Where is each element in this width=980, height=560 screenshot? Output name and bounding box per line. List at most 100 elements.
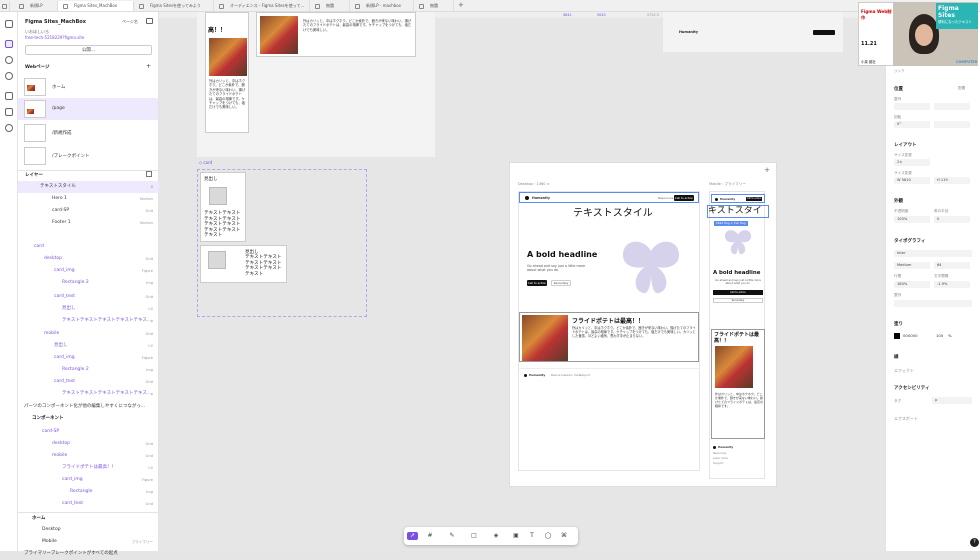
component-item[interactable]: Rectangle Img — [18, 486, 159, 498]
layer-item[interactable]: テキストスタイル 8 — [18, 181, 159, 193]
font-family-select[interactable]: Inter — [894, 250, 972, 257]
component-item[interactable]: card_img Figure — [18, 474, 159, 486]
fill-opacity[interactable]: 100 — [936, 333, 943, 338]
component-tool-icon[interactable]: ◈ — [492, 532, 500, 540]
desktop-card[interactable]: フライドポテトは最高！！ 外はカリッと、中はホクホク。どこか素朴で、飽きが来ない… — [519, 312, 699, 362]
v-align-group[interactable] — [934, 103, 970, 110]
layer-item[interactable]: Hero 1 Section — [18, 193, 159, 205]
layer-item[interactable]: desktop Grid — [18, 253, 159, 265]
top-card-desktop[interactable]: 外はカリッと、中はホクホク。どこか素朴で、飽きが来ない味わい。揚げたてのフライド… — [256, 12, 416, 57]
top-card-mobile[interactable]: 高！！ 外はカリッと、中はホクホク。どこか素朴で、飽きが来ない味わい。揚げたての… — [205, 12, 249, 133]
layer-item[interactable]: mobile Grid — [18, 328, 159, 340]
tab-figma-sites-intro[interactable]: Figma Sitesを使ってみよう — [134, 1, 214, 11]
layer-item[interactable]: card_text Grid — [18, 291, 159, 303]
page-frame[interactable]: + Desktop・1360 × Mobile・プライマリー Humanity … — [509, 162, 777, 487]
fill-swatch[interactable] — [894, 333, 900, 339]
desktop-viewport[interactable]: Humanity Resources Call to action テキストスタ… — [518, 191, 700, 471]
assets-icon[interactable] — [5, 56, 13, 64]
fill-hex[interactable]: 000000 — [903, 333, 918, 338]
tab-untitled-2[interactable]: 無題 — [414, 1, 454, 11]
mobile-cta-button[interactable]: Call to action — [713, 290, 763, 295]
layer-item[interactable]: 見出し h2 — [18, 303, 159, 315]
hero-cta-button[interactable]: Call to action — [527, 280, 547, 286]
tab-audience[interactable]: オーディエンス - Figma Sitesを使って... — [214, 1, 310, 11]
page-item-breakpoint[interactable]: /ブレークポイント — [18, 145, 158, 167]
sidebar-toggle-icon[interactable] — [146, 18, 153, 24]
page-name-button[interactable]: ページ名 — [122, 19, 138, 25]
layout-icon[interactable] — [5, 108, 13, 116]
h-align-group[interactable] — [894, 103, 930, 110]
component-notice[interactable]: パーツのコンポーネント化が他の編集しやすくにつながっ... — [18, 401, 159, 413]
width-input[interactable]: W 5610 — [894, 177, 930, 184]
page-item-home[interactable]: ホーム — [18, 76, 158, 98]
site-url[interactable]: free-tech-5218229?figma.site — [25, 35, 84, 40]
layout-direction[interactable]: 2× — [894, 159, 930, 166]
mobile-hero-headline[interactable]: A bold headline — [713, 270, 760, 276]
tab-untitled-1[interactable]: 無題 — [310, 1, 350, 11]
nav-cta-button[interactable]: Call to action — [674, 195, 694, 201]
component-item[interactable]: card_text Grid — [18, 498, 159, 510]
mobile-viewport[interactable]: Humanity Call to action キストスタイ 5610 Hug … — [707, 191, 769, 479]
publish-button[interactable]: 公開... — [25, 45, 152, 55]
height-input[interactable]: H 119 — [934, 177, 970, 184]
layer-item[interactable]: テキストテキストテキストテキストテキス... p — [18, 315, 159, 327]
components-header[interactable]: コンポーネント — [18, 413, 159, 425]
page-item-page[interactable]: /page — [18, 98, 158, 120]
tag-select[interactable]: p — [932, 397, 972, 404]
top-right-frame[interactable]: Humanity — [663, 12, 843, 52]
image-tool-icon[interactable]: ▣ — [512, 532, 520, 540]
tab-new-lp[interactable]: 新規LP — [14, 1, 58, 11]
file-title[interactable]: Figma Sites_MachBox — [25, 19, 86, 25]
cms-icon[interactable] — [5, 92, 13, 100]
new-tab-icon[interactable]: + — [458, 1, 464, 9]
layer-item[interactable]: card-SP Grid — [18, 205, 159, 217]
rotation-input[interactable]: 0° — [894, 121, 930, 128]
hero-secondary-button[interactable]: Secondary — [551, 280, 571, 286]
breakpoint-notice[interactable]: プライマリーブレークポイントがすべての起点 — [18, 548, 159, 560]
tab-figma-sites-machbox[interactable]: Figma Sites_MachBox — [58, 1, 134, 11]
letter-spacing-input[interactable]: -1.9% — [934, 281, 970, 288]
shape-tool-icon[interactable]: □ — [470, 532, 478, 540]
layer-item[interactable]: card_text Grid — [18, 376, 159, 388]
mobile-text-style-heading[interactable]: キストスタイ — [707, 205, 769, 218]
flip-controls[interactable] — [934, 121, 970, 128]
comment-tool-icon[interactable]: ◯ — [544, 532, 552, 540]
add-page-icon[interactable]: + — [146, 63, 151, 70]
tab-new-lp-machbox[interactable]: 新規LP - machbox — [350, 1, 414, 11]
layers-options-icon[interactable] — [146, 171, 152, 177]
mobile-nav-bar[interactable]: Humanity Call to action — [711, 194, 765, 203]
help-icon[interactable]: ? — [970, 538, 979, 547]
nav-bar[interactable]: Humanity Resources Call to action — [519, 192, 699, 203]
home-breakpoints-header[interactable]: ホーム — [18, 512, 159, 524]
layer-item[interactable]: card_img Figure — [18, 352, 159, 364]
add-breakpoint-icon[interactable]: + — [764, 166, 770, 174]
breakpoint-item-mobile[interactable]: Mobile プライマリー — [18, 536, 159, 548]
card-desktop-variant[interactable]: 見出し テキストテキストテキストテキストテキストテキストテキスト — [200, 245, 287, 283]
move-tool-icon[interactable]: ➚ — [407, 532, 418, 540]
card-mobile-variant[interactable]: 見出し テキストテキストテキストテキストテキストテキストテキストテキストテキスト — [200, 172, 246, 242]
frame-tool-icon[interactable]: # — [426, 532, 434, 540]
page-item-new[interactable]: /新規作成 — [18, 122, 158, 144]
font-weight-select[interactable]: Medium — [894, 262, 930, 269]
layer-item[interactable]: Footer 1 Section — [18, 217, 159, 229]
home-tab-icon[interactable] — [0, 1, 10, 11]
layer-item[interactable]: card — [18, 241, 159, 253]
line-height-input[interactable]: 180% — [894, 281, 930, 288]
pen-tool-icon[interactable]: ✎ — [448, 532, 456, 540]
component-item[interactable]: フライドポテトは最高！！ h2 — [18, 462, 159, 474]
font-size-input[interactable]: 64 — [934, 262, 970, 269]
mobile-breakpoint-label[interactable]: Mobile・プライマリー — [709, 182, 746, 187]
hero-headline[interactable]: A bold headline — [527, 250, 597, 259]
layer-item[interactable]: card_img Figure — [18, 265, 159, 277]
nav-cta-button[interactable] — [813, 30, 835, 35]
interaction-tool-icon[interactable]: ⌘ — [560, 532, 568, 540]
component-item[interactable]: desktop Grid — [18, 438, 159, 450]
layer-item[interactable]: 見出し h2 — [18, 340, 159, 352]
settings-icon[interactable] — [5, 124, 13, 132]
opacity-input[interactable]: 100% — [894, 216, 930, 223]
component-item[interactable]: card-SP — [18, 426, 159, 438]
layer-item[interactable]: Rectangle 2 Img — [18, 277, 159, 289]
desktop-breakpoint-label[interactable]: Desktop・1360 × — [518, 182, 550, 187]
radius-input[interactable]: 0 — [934, 216, 970, 223]
text-tool-icon[interactable]: T — [528, 532, 536, 540]
